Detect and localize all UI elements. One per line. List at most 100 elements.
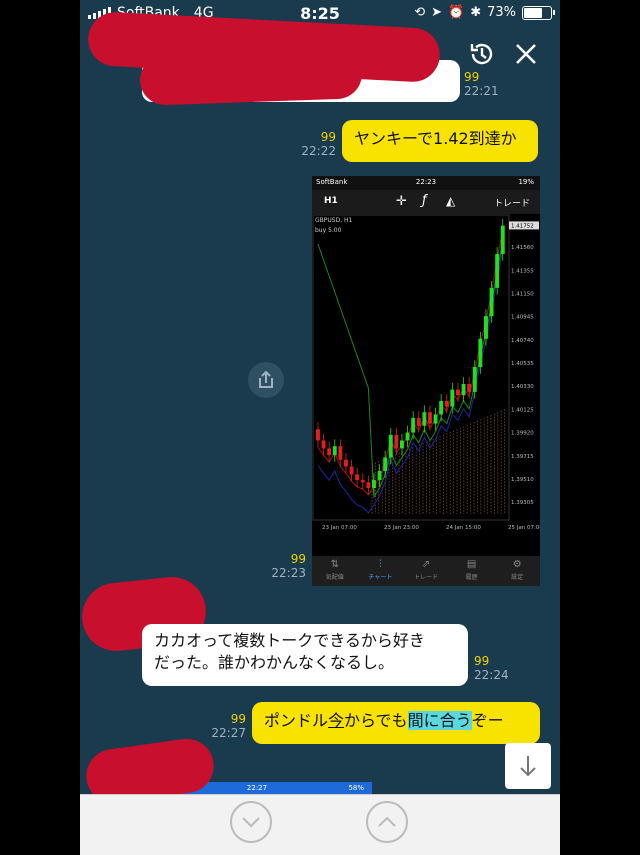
price-tick-label: 1.40125 (511, 407, 534, 413)
candle-body (360, 480, 365, 483)
read-count: 99 (474, 654, 490, 668)
bottom-search-bar (80, 794, 560, 855)
candle-body (400, 440, 404, 449)
tab-icon: ⇅ (330, 559, 339, 570)
candle-body (366, 482, 371, 488)
chevron-down-icon (242, 817, 260, 828)
message-time: 22:22 (301, 144, 336, 158)
candle-body (377, 471, 382, 481)
candle-body (478, 338, 483, 367)
close-button[interactable] (508, 36, 544, 72)
outgoing-message[interactable]: ポンドル今からでも間に合うぞー (252, 702, 540, 744)
embedded-battery: 19% (518, 178, 534, 186)
candle-body (439, 400, 444, 415)
embedded-tab: ⫶ チャート (358, 556, 404, 586)
incoming-message[interactable]: カカオって複数トークできるから好き だった。誰かわかんなくなるし。 (142, 624, 468, 686)
candle-body (411, 417, 416, 433)
candle-body (456, 389, 460, 396)
share-button[interactable] (248, 362, 284, 398)
history-button[interactable] (464, 36, 500, 72)
order-label: buy 5.00 (315, 227, 342, 234)
embedded-tab: ⇅ 気配値 (312, 556, 358, 586)
candle-body (321, 440, 326, 449)
candle-body (484, 316, 488, 339)
message-text-line: カカオって複数トークできるから好き (154, 631, 425, 650)
previous-result-button[interactable] (366, 801, 408, 843)
candle-body (344, 459, 348, 467)
candle-body (495, 253, 500, 288)
price-tick-label: 1.41355 (511, 268, 534, 274)
message-text: ぞー (471, 711, 504, 730)
embedded-tab: ⚙ 設定 (494, 556, 540, 586)
price-axis: 1.41560 1.41355 1.41150 1.40945 1.40740 1.405… (509, 221, 539, 506)
objects-icon: ◭ (446, 194, 456, 208)
status-right: ⟲ ➤ ⏰ ✱ 73% (414, 5, 555, 20)
candle-body (472, 367, 477, 392)
message-meta: 99 22:23 (266, 552, 306, 580)
embedded-tab: ▤ 履歴 (449, 556, 495, 586)
history-icon (470, 43, 493, 65)
close-icon (516, 44, 536, 64)
tab-icon: ⇗ (421, 559, 431, 570)
price-tick-label: 1.40740 (511, 338, 534, 344)
date-tick-label: 23 Jan 07:00 (322, 525, 357, 531)
chevron-up-icon (378, 816, 396, 827)
candle-body (332, 446, 337, 456)
candle-body (372, 480, 376, 488)
message-time: 22:24 (474, 668, 509, 682)
timeframe-label: H1 (324, 196, 338, 206)
message-text: からでも (344, 711, 408, 730)
candle-body (433, 414, 438, 424)
tab-icon: ▤ (466, 559, 477, 570)
message-text: ヤンキーで1.42到達か (354, 129, 517, 148)
message-meta: 99 22:27 (206, 712, 246, 740)
location-icon: ➤ (431, 5, 442, 20)
candle-body (422, 412, 427, 426)
price-chart: 1.41560 1.41355 1.41150 1.40945 1.40740 1.405… (312, 214, 540, 531)
scroll-to-bottom-button[interactable] (505, 743, 551, 789)
outgoing-message[interactable]: ヤンキーで1.42到達か (342, 120, 538, 162)
battery-percent: 73% (487, 5, 516, 20)
message-text-highlighted: 間に合う (407, 711, 472, 730)
date-tick-label: 23 Jan 23:00 (384, 525, 419, 531)
tab-label: 気配値 (325, 574, 344, 581)
candle-body (327, 448, 332, 456)
price-tick-label: 1.40535 (511, 361, 534, 367)
price-tick-label: 1.40945 (511, 315, 534, 321)
candle-body (450, 389, 455, 407)
candle-body (461, 383, 466, 396)
price-tick-label: 1.39920 (511, 431, 534, 437)
orientation-lock-icon: ⟲ (414, 5, 426, 20)
tab-icon: ⚙ (512, 559, 522, 570)
read-count: 99 (290, 552, 306, 566)
candle-body (338, 446, 343, 460)
candlesticks (316, 218, 505, 495)
embedded-toolbar: H1 ✛ ƒ ◭ トレード (312, 190, 540, 214)
read-count: 99 (320, 130, 336, 144)
arrow-down-icon (520, 756, 536, 777)
bluetooth-icon: ✱ (470, 5, 482, 20)
tab-icon: ⫶ (379, 559, 382, 570)
chart-screenshot-image[interactable]: SoftBank 22:23 19% H1 ✛ ƒ ◭ トレード 1.41560… (312, 176, 540, 586)
candle-body (405, 432, 410, 441)
price-tick-label: 1.39510 (511, 477, 534, 483)
message-text-line: だった。誰かわかんなくなるし。 (154, 653, 395, 672)
candle-body (383, 457, 388, 472)
message-text: ポンドル (264, 711, 329, 730)
redaction-mark (139, 48, 363, 106)
next-result-button[interactable] (230, 801, 272, 843)
candle-body (388, 434, 393, 458)
price-tick-label: 1.41150 (511, 292, 534, 298)
message-time: 22:21 (464, 84, 499, 98)
message-meta: 99 22:21 (464, 70, 499, 98)
embedded-status-bar: SoftBank 22:23 19% (312, 176, 540, 190)
battery-icon (522, 5, 555, 20)
price-tick-label: 1.39305 (511, 500, 534, 506)
candle-body (444, 400, 449, 407)
tab-label: 設定 (511, 574, 524, 581)
read-count: 99 (464, 70, 480, 84)
chat-screen: SoftBank 4G 8:25 ⟲ ➤ ⏰ ✱ 73% 99 22:21 (80, 0, 560, 855)
tab-label: トレード (413, 574, 438, 581)
price-tick-label: 1.41560 (511, 245, 534, 251)
share-icon (259, 370, 273, 388)
